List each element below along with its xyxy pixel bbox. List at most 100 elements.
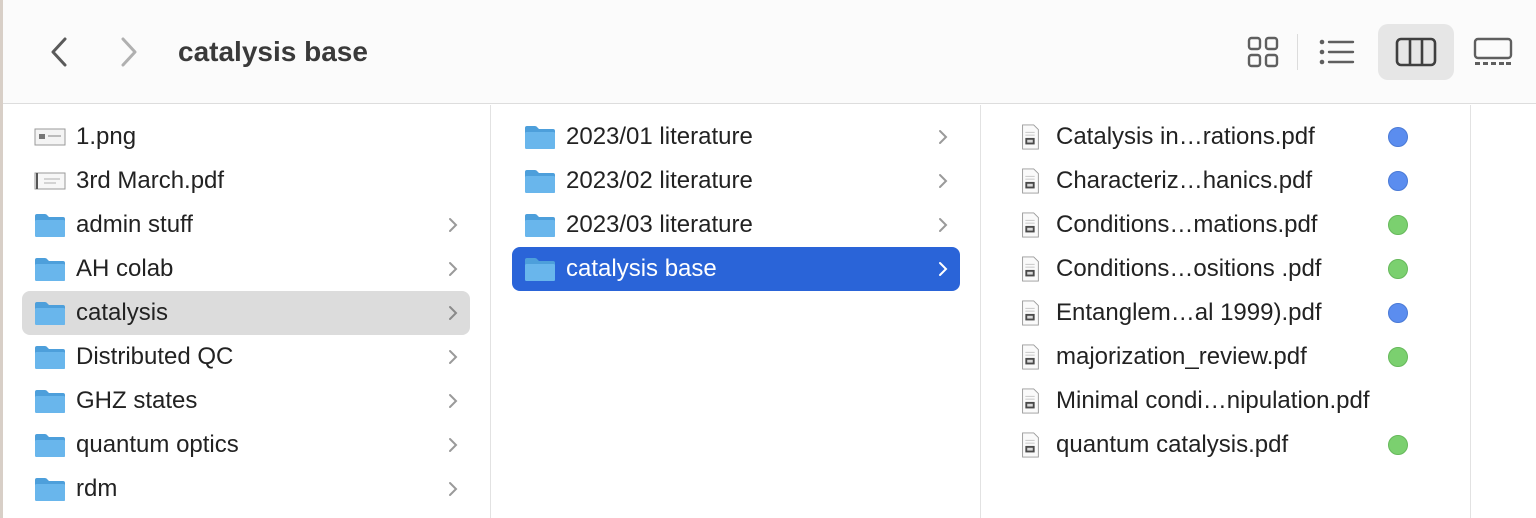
grid-icon [1247, 36, 1279, 68]
item-label: 2023/01 literature [566, 123, 753, 150]
gallery-icon [1473, 37, 1513, 65]
green-tag-icon [1388, 347, 1408, 367]
item-label: majorization_review.pdf [1056, 343, 1307, 370]
item-label: Conditions…mations.pdf [1056, 211, 1318, 238]
list-item-ah-colab[interactable]: AH colab [22, 247, 470, 291]
folder-icon [524, 255, 556, 283]
pdf-file-icon [1014, 255, 1046, 283]
list-item-pdf[interactable]: Minimal condi…nipulation.pdf [1002, 379, 1450, 423]
list-icon [1319, 39, 1355, 65]
columns-icon [1395, 37, 1437, 67]
item-label: GHZ states [76, 387, 198, 414]
item-label: quantum optics [76, 431, 239, 458]
item-label: 2023/02 literature [566, 167, 753, 194]
item-label: 1.png [76, 123, 137, 150]
toolbar: catalysis base [3, 0, 1536, 104]
item-label: 2023/03 literature [566, 211, 753, 238]
list-item-pdf[interactable]: majorization_review.pdf [1002, 335, 1450, 379]
toolbar-divider [1297, 34, 1298, 70]
item-label: catalysis base [566, 255, 717, 282]
list-item-2023-01-literature[interactable]: 2023/01 literature [512, 115, 960, 159]
pdf-file-icon [1014, 167, 1046, 195]
chevron-right-icon [936, 171, 950, 191]
document-file-icon [34, 167, 66, 195]
column-catalysis: 2023/01 literature 2023/02 literature 20… [492, 105, 981, 518]
list-item-catalysis-base[interactable]: catalysis base [512, 247, 960, 291]
item-label: admin stuff [76, 211, 193, 238]
list-item-pdf[interactable]: Catalysis in…rations.pdf [1002, 115, 1450, 159]
pdf-file-icon [1014, 431, 1046, 459]
pdf-file-icon [1014, 343, 1046, 371]
chevron-right-icon [446, 303, 460, 323]
list-item-ghz-states[interactable]: GHZ states [22, 379, 470, 423]
folder-icon [34, 475, 66, 503]
list-item-pdf[interactable]: quantum catalysis.pdf [1002, 423, 1450, 467]
item-label: quantum catalysis.pdf [1056, 431, 1289, 458]
green-tag-icon [1388, 435, 1408, 455]
folder-icon [34, 255, 66, 283]
column-empty [1472, 105, 1536, 518]
item-label: AH colab [76, 255, 174, 282]
chevron-right-icon [446, 391, 460, 411]
chevron-right-icon [446, 347, 460, 367]
folder-icon [34, 343, 66, 371]
pdf-file-icon [1014, 299, 1046, 327]
item-label: catalysis [76, 299, 169, 326]
forward-button[interactable] [109, 30, 149, 74]
item-label: Characteriz…hanics.pdf [1056, 167, 1313, 194]
blue-tag-icon [1388, 303, 1408, 323]
pdf-file-icon [1014, 211, 1046, 239]
folder-icon [524, 123, 556, 151]
green-tag-icon [1388, 215, 1408, 235]
folder-icon [34, 387, 66, 415]
chevron-right-icon [446, 479, 460, 499]
folder-icon [524, 211, 556, 239]
chevron-left-icon [51, 37, 67, 67]
column-view-button[interactable] [1378, 24, 1454, 80]
list-item-catalysis[interactable]: catalysis [22, 291, 470, 335]
chevron-right-icon [446, 259, 460, 279]
pdf-file-icon [1014, 123, 1046, 151]
chevron-right-icon [936, 127, 950, 147]
item-label: 3rd March.pdf [76, 167, 225, 194]
chevron-right-icon [936, 215, 950, 235]
item-label: rdm [76, 475, 118, 502]
chevron-right-icon [936, 259, 950, 279]
blue-tag-icon [1388, 127, 1408, 147]
item-label: Entanglem…al 1999).pdf [1056, 299, 1322, 326]
item-label: Distributed QC [76, 343, 234, 370]
column-catalysis-base: Catalysis in…rations.pdf Characteriz…han… [982, 105, 1471, 518]
item-label: Conditions…ositions .pdf [1056, 255, 1322, 282]
back-button[interactable] [39, 30, 79, 74]
list-item-1-png[interactable]: 1.png [22, 115, 470, 159]
list-item-pdf[interactable]: Conditions…mations.pdf [1002, 203, 1450, 247]
folder-icon [34, 299, 66, 327]
folder-icon [524, 167, 556, 195]
list-item-pdf[interactable]: Characteriz…hanics.pdf [1002, 159, 1450, 203]
gallery-view-button[interactable] [1455, 24, 1531, 80]
chevron-right-icon [121, 37, 137, 67]
list-item-3rd-march-pdf[interactable]: 3rd March.pdf [22, 159, 470, 203]
list-item-pdf[interactable]: Conditions…ositions .pdf [1002, 247, 1450, 291]
list-item-2023-03-literature[interactable]: 2023/03 literature [512, 203, 960, 247]
chevron-right-icon [446, 435, 460, 455]
icon-view-button[interactable] [1225, 24, 1301, 80]
list-item-quantum-optics[interactable]: quantum optics [22, 423, 470, 467]
column-parent-folder: 1.png 3rd March.pdf admin stuff AH colab… [3, 105, 491, 518]
green-tag-icon [1388, 259, 1408, 279]
window-title: catalysis base [178, 36, 368, 67]
pdf-file-icon [1014, 387, 1046, 415]
list-item-pdf[interactable]: Entanglem…al 1999).pdf [1002, 291, 1450, 335]
folder-icon [34, 431, 66, 459]
list-view-button[interactable] [1299, 24, 1375, 80]
item-label: Minimal condi…nipulation.pdf [1056, 387, 1370, 414]
image-file-icon [34, 123, 66, 151]
list-item-admin-stuff[interactable]: admin stuff [22, 203, 470, 247]
item-label: Catalysis in…rations.pdf [1056, 123, 1315, 150]
list-item-distributed-qc[interactable]: Distributed QC [22, 335, 470, 379]
list-item-2023-02-literature[interactable]: 2023/02 literature [512, 159, 960, 203]
list-item-rdm[interactable]: rdm [22, 467, 470, 511]
chevron-right-icon [446, 215, 460, 235]
folder-icon [34, 211, 66, 239]
blue-tag-icon [1388, 171, 1408, 191]
